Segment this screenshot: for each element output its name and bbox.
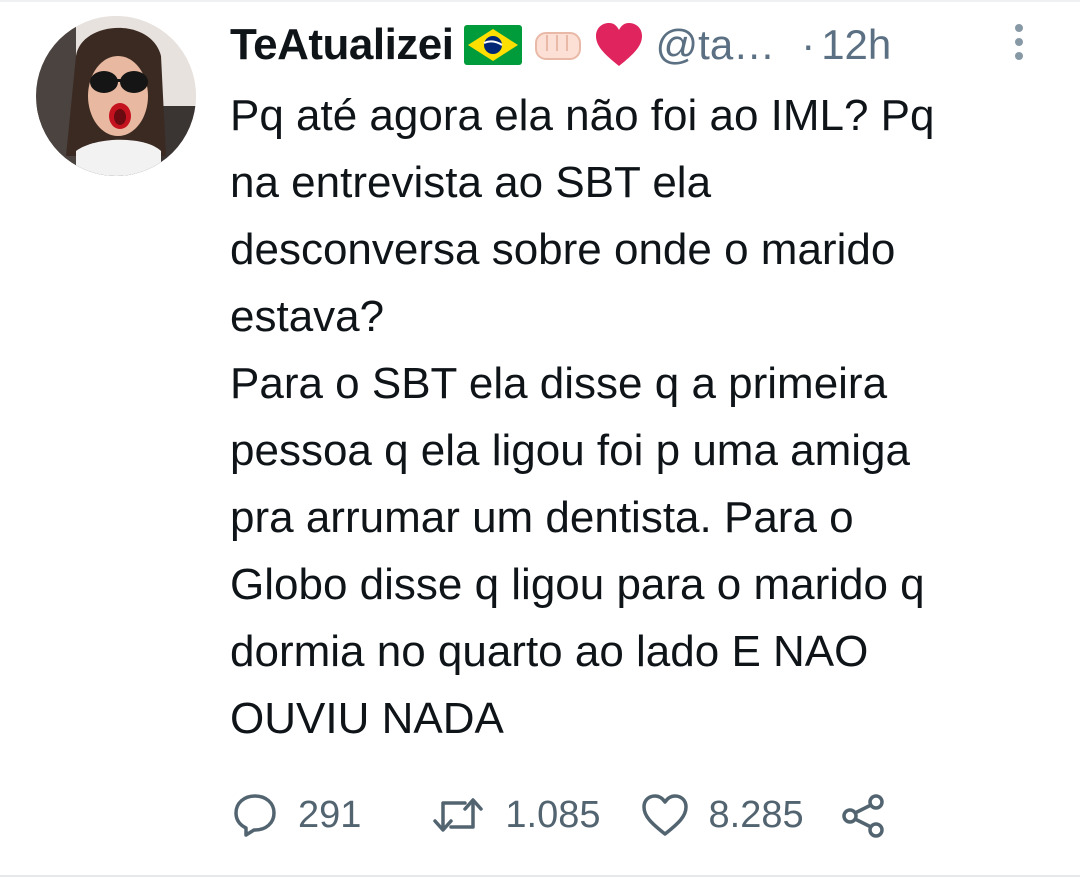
avatar-photo: [36, 16, 196, 176]
reply-button[interactable]: 291: [232, 792, 361, 838]
author-handle[interactable]: @ta…: [656, 21, 776, 69]
vertical-dots-icon[interactable]: [1008, 22, 1030, 62]
like-count: 8.285: [708, 793, 804, 836]
avatar[interactable]: [36, 16, 196, 176]
tweet-header: TeAtualizei @ta… · 12h: [230, 14, 1040, 76]
reply-count: 291: [298, 793, 362, 836]
brazil-flag-icon: [463, 25, 522, 65]
separator-dot: ·: [801, 21, 816, 68]
retweet-icon: [431, 793, 485, 837]
reply-bubble-icon: [232, 792, 278, 838]
like-button[interactable]: 8.285: [641, 793, 804, 837]
heart-outline-icon: [641, 793, 689, 837]
share-icon: [840, 792, 886, 838]
tweet-actions: 291 1.085 8.285: [232, 790, 918, 840]
author-display-name[interactable]: TeAtualizei: [230, 20, 454, 70]
retweet-count: 1.085: [505, 793, 601, 836]
retweet-button[interactable]: 1.085: [431, 793, 601, 837]
tweet-text: Pq até agora ela não foi ao IML? Pq na e…: [230, 91, 935, 743]
fist-icon: [532, 23, 584, 67]
red-heart-icon: [594, 22, 644, 68]
share-button[interactable]: [840, 792, 886, 838]
top-divider: [0, 0, 1080, 2]
tweet-timestamp[interactable]: 12h: [821, 21, 891, 69]
